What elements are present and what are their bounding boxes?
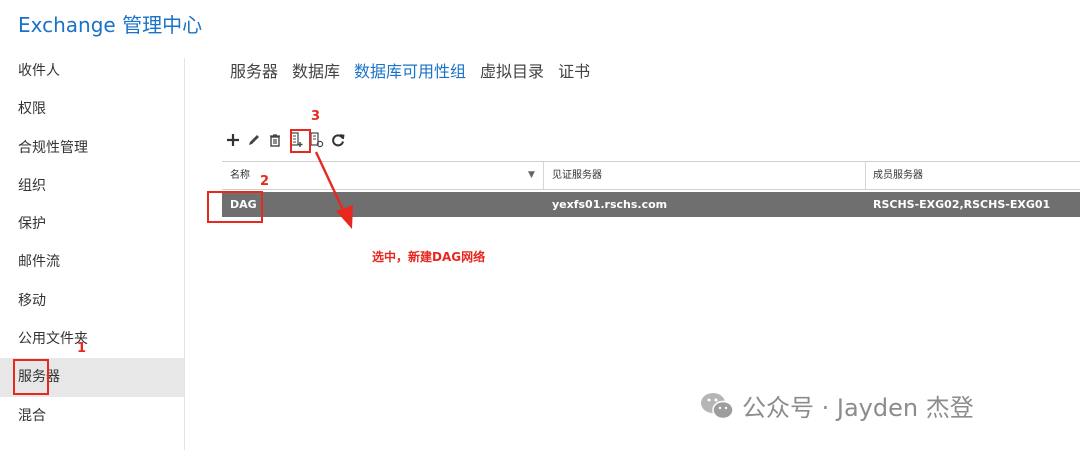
- wechat-icon: [701, 392, 734, 419]
- annotation-note: 选中，新建DAG网络: [372, 250, 486, 264]
- watermark: 公众号 · Jayden 杰登: [700, 388, 974, 423]
- watermark-text: 公众号 · Jayden 杰登: [742, 394, 974, 422]
- annotation-arrow: [314, 151, 353, 229]
